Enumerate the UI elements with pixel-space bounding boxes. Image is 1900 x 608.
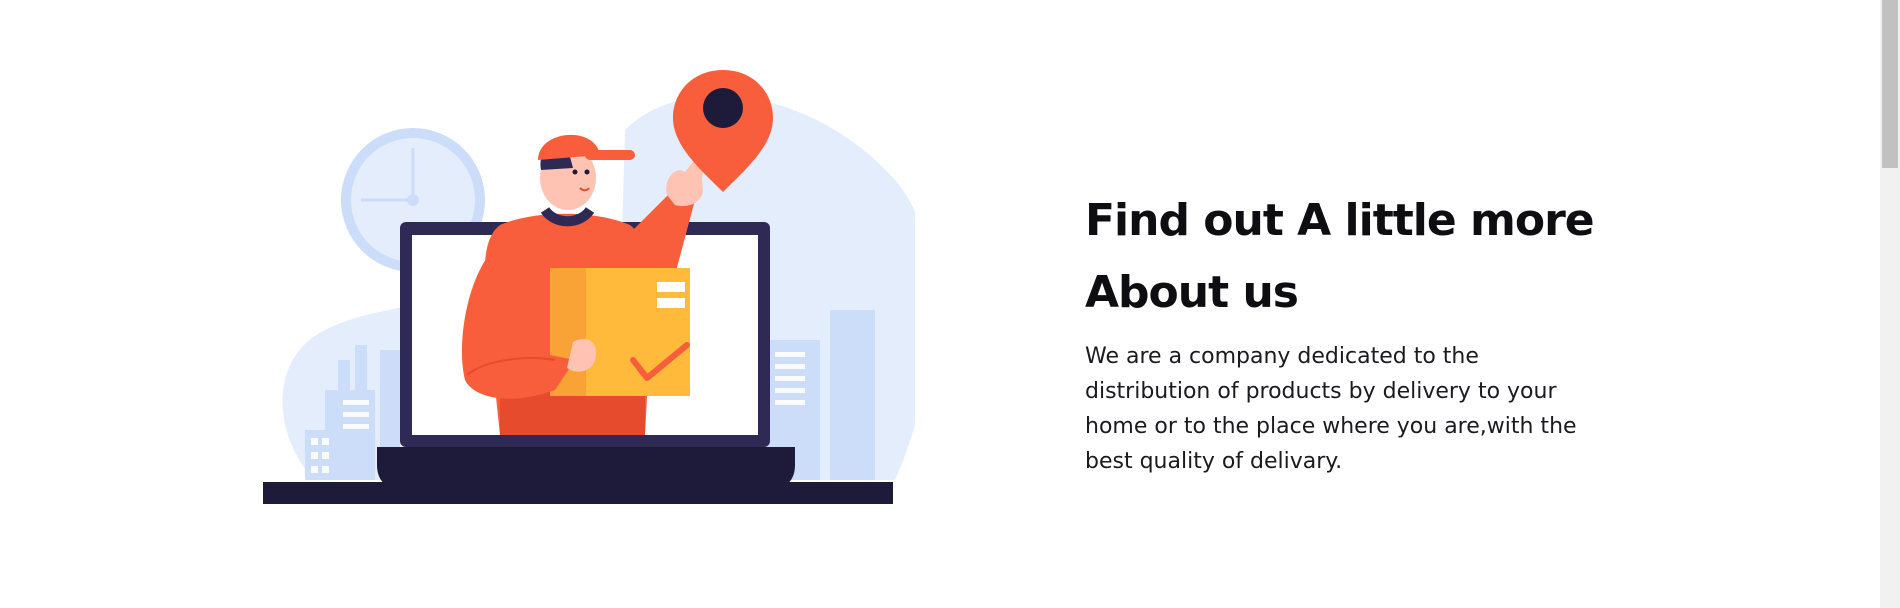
delivery-illustration [255, 60, 915, 510]
about-content: Find out A little more About us We are a… [1085, 185, 1645, 479]
scrollbar-thumb[interactable] [1882, 0, 1898, 168]
about-section: Find out A little more About us We are a… [0, 0, 1900, 608]
about-heading-line2: About us [1085, 267, 1299, 318]
about-heading: Find out A little more About us [1085, 185, 1645, 329]
about-heading-line1: Find out A little more [1085, 195, 1595, 246]
about-description: We are a company dedicated to the distri… [1085, 344, 1577, 474]
vertical-scrollbar[interactable] [1880, 0, 1900, 608]
package-box [550, 268, 690, 396]
